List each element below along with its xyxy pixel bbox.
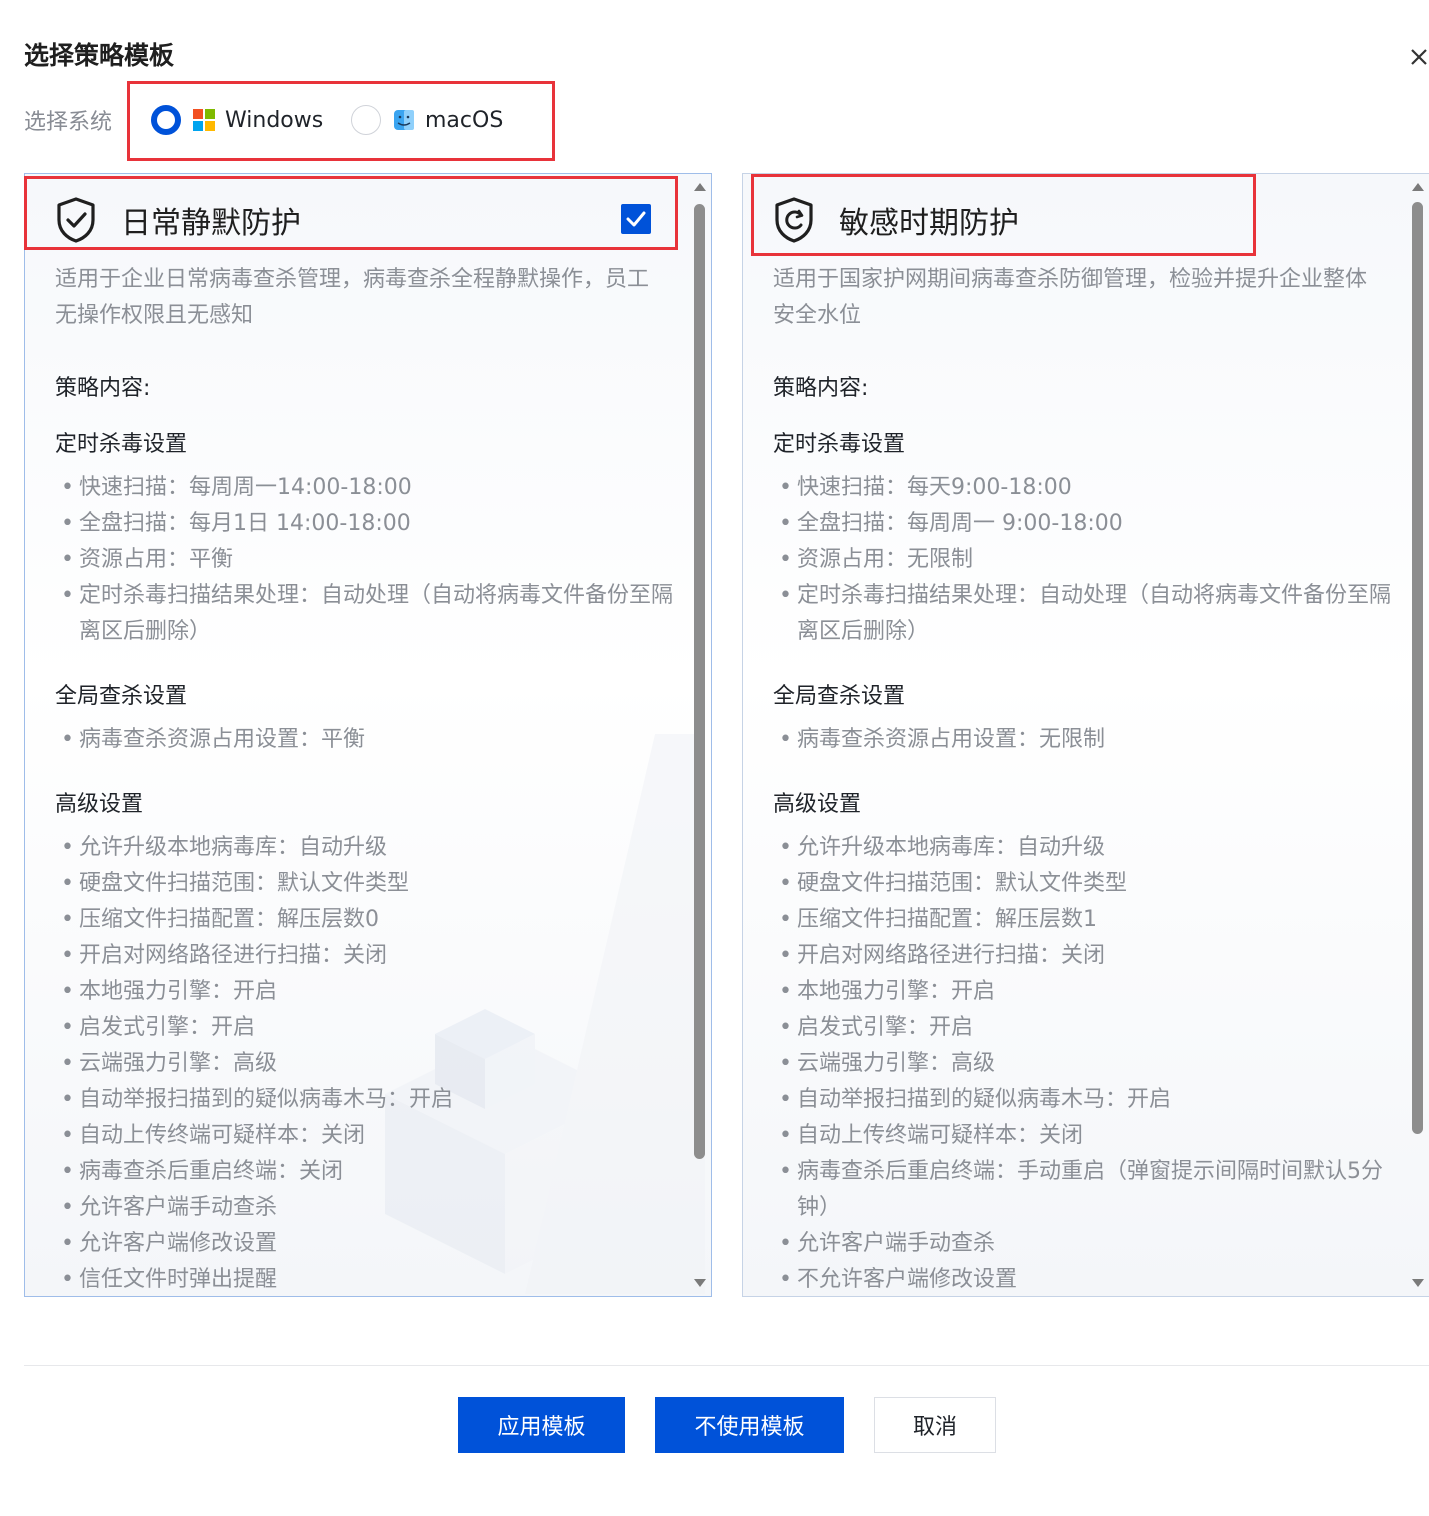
scroll-thumb[interactable] (694, 204, 705, 1159)
scrollbar[interactable] (1407, 174, 1429, 1296)
bullet-list: 允许升级本地病毒库：自动升级 硬盘文件扫描范围：默认文件类型 压缩文件扫描配置：… (61, 830, 681, 1296)
content-label: 策略内容: (773, 376, 869, 401)
card-header: 敏感时期防护 (773, 196, 1019, 244)
list-item: 不允许客户端修改设置 (779, 1262, 1399, 1296)
bullet-list: 快速扫描：每天9:00-18:00 全盘扫描：每周周一 9:00-18:00 资… (779, 470, 1399, 650)
list-item: 快速扫描：每天9:00-18:00 (779, 470, 1399, 506)
section-title: 高级设置 (773, 792, 862, 817)
list-item: 压缩文件扫描配置：解压层数0 (61, 902, 681, 938)
card-description: 适用于企业日常病毒查杀管理，病毒查杀全程静默操作，员工无操作权限且无感知 (55, 267, 650, 328)
bullet-list: 允许升级本地病毒库：自动升级 硬盘文件扫描范围：默认文件类型 压缩文件扫描配置：… (779, 830, 1399, 1296)
dialog-title: 选择策略模板 (24, 41, 175, 70)
card-description: 适用于国家护网期间病毒查杀防御管理，检验并提升企业整体安全水位 (773, 267, 1368, 328)
macos-finder-icon (394, 110, 414, 130)
footer-divider (24, 1365, 1429, 1366)
list-item: 信任文件时弹出提醒 (61, 1262, 681, 1296)
radio-label-windows: Windows (225, 107, 324, 133)
bullet-list: 快速扫描：每周周一14:00-18:00 全盘扫描：每月1日 14:00-18:… (61, 470, 681, 650)
list-item: 硬盘文件扫描范围：默认文件类型 (61, 866, 681, 902)
list-item: 允许客户端手动查杀 (61, 1190, 681, 1226)
radio-label-macos: macOS (425, 107, 504, 133)
no-template-button[interactable]: 不使用模板 (655, 1397, 844, 1453)
checkmark-icon (626, 211, 646, 227)
list-item: 云端强力引擎：高级 (61, 1046, 681, 1082)
section-title: 全局查杀设置 (773, 684, 906, 709)
list-item: 开启对网络路径进行扫描：关闭 (61, 938, 681, 974)
list-item: 硬盘文件扫描范围：默认文件类型 (779, 866, 1399, 902)
list-item: 自动举报扫描到的疑似病毒木马：开启 (61, 1082, 681, 1118)
apply-template-button[interactable]: 应用模板 (458, 1397, 625, 1453)
list-item: 压缩文件扫描配置：解压层数1 (779, 902, 1399, 938)
scroll-up-arrow-icon[interactable] (694, 183, 706, 191)
list-item: 允许客户端修改设置 (61, 1226, 681, 1262)
section-title: 定时杀毒设置 (773, 432, 906, 457)
shield-check-icon (57, 197, 95, 243)
list-item: 定时杀毒扫描结果处理：自动处理（自动将病毒文件备份至隔离区后删除） (61, 578, 681, 650)
card-title: 日常静默防护 (121, 206, 301, 241)
scroll-up-arrow-icon[interactable] (1412, 183, 1424, 191)
list-item: 本地强力引擎：开启 (779, 974, 1399, 1010)
list-item: 允许客户端手动查杀 (779, 1226, 1399, 1262)
windows-logo-icon (193, 109, 215, 131)
list-item: 病毒查杀资源占用设置：无限制 (779, 722, 1399, 758)
list-item: 开启对网络路径进行扫描：关闭 (779, 938, 1399, 974)
section-title: 高级设置 (55, 792, 144, 817)
content-label: 策略内容: (55, 376, 151, 401)
list-item: 定时杀毒扫描结果处理：自动处理（自动将病毒文件备份至隔离区后删除） (779, 578, 1399, 650)
shield-refresh-icon (775, 197, 813, 243)
scrollbar[interactable] (689, 174, 711, 1296)
radio-option-windows[interactable]: Windows (151, 104, 323, 136)
list-item: 资源占用：平衡 (61, 542, 681, 578)
list-item: 资源占用：无限制 (779, 542, 1399, 578)
list-item: 允许升级本地病毒库：自动升级 (779, 830, 1399, 866)
radio-option-macos[interactable]: macOS (351, 104, 503, 136)
card-title: 敏感时期防护 (839, 206, 1019, 241)
scroll-thumb[interactable] (1412, 202, 1423, 1134)
list-item: 自动上传终端可疑样本：关闭 (779, 1118, 1399, 1154)
template-checkbox[interactable] (621, 204, 651, 234)
radio-button-macos[interactable] (351, 105, 381, 135)
list-item: 自动举报扫描到的疑似病毒木马：开启 (779, 1082, 1399, 1118)
section-title: 全局查杀设置 (55, 684, 188, 709)
card-header: 日常静默防护 (55, 196, 301, 244)
list-item: 本地强力引擎：开启 (61, 974, 681, 1010)
system-select-label: 选择系统 (24, 110, 113, 135)
list-item: 允许升级本地病毒库：自动升级 (61, 830, 681, 866)
scroll-down-arrow-icon[interactable] (1412, 1279, 1424, 1287)
list-item: 全盘扫描：每月1日 14:00-18:00 (61, 506, 681, 542)
list-item: 快速扫描：每周周一14:00-18:00 (61, 470, 681, 506)
list-item: 全盘扫描：每周周一 9:00-18:00 (779, 506, 1399, 542)
list-item: 病毒查杀资源占用设置：平衡 (61, 722, 681, 758)
section-title: 定时杀毒设置 (55, 432, 188, 457)
close-icon[interactable] (1404, 42, 1429, 72)
list-item: 云端强力引擎：高级 (779, 1046, 1399, 1082)
radio-button-windows[interactable] (151, 105, 181, 135)
bullet-list: 病毒查杀资源占用设置：无限制 (779, 722, 1399, 758)
list-item: 启发式引擎：开启 (61, 1010, 681, 1046)
cancel-button[interactable]: 取消 (874, 1397, 996, 1453)
list-item: 病毒查杀后重启终端：关闭 (61, 1154, 681, 1190)
template-card-daily[interactable]: 日常静默防护 适用于企业日常病毒查杀管理，病毒查杀全程静默操作，员工无操作权限且… (24, 173, 712, 1297)
list-item: 病毒查杀后重启终端：手动重启（弹窗提示间隔时间默认5分钟） (779, 1154, 1399, 1226)
template-card-sensitive[interactable]: 敏感时期防护 适用于国家护网期间病毒查杀防御管理，检验并提升企业整体安全水位 策… (742, 173, 1429, 1297)
scroll-down-arrow-icon[interactable] (694, 1279, 706, 1287)
list-item: 启发式引擎：开启 (779, 1010, 1399, 1046)
list-item: 自动上传终端可疑样本：关闭 (61, 1118, 681, 1154)
bullet-list: 病毒查杀资源占用设置：平衡 (61, 722, 681, 758)
